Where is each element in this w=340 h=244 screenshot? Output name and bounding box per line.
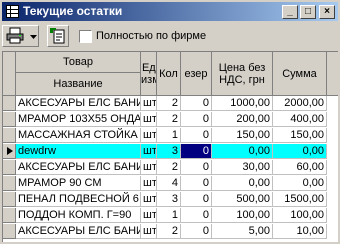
cell-unit[interactable]: шт: [141, 96, 157, 111]
cell-reserve[interactable]: 0: [181, 128, 212, 143]
table-row[interactable]: МРАМОР 103Х55 ОНДА шт 2 0 200,00 400,00: [3, 112, 338, 127]
cell-sum[interactable]: 60,00: [273, 160, 327, 175]
title-bar[interactable]: Текущие остатки _ □ ×: [2, 2, 338, 21]
cell-qty[interactable]: 4: [157, 176, 181, 191]
cell-sum[interactable]: 10,00: [273, 224, 327, 239]
table-row[interactable]: МРАМОР 90 СМ шт 4 0 0,00 0,00: [3, 176, 338, 191]
full-company-checkbox[interactable]: [79, 30, 92, 43]
row-indicator[interactable]: [3, 128, 16, 143]
column-header-unit[interactable]: Ед. изм: [141, 52, 157, 96]
cell-name[interactable]: ПОДДОН КОМП. Г=90: [16, 208, 141, 223]
cell-unit[interactable]: шт: [141, 192, 157, 207]
cell-reserve[interactable]: 0: [181, 192, 212, 207]
cell-sum[interactable]: 0,00: [273, 176, 327, 191]
column-header-name[interactable]: Название: [16, 73, 141, 96]
indicator-header: [3, 52, 16, 96]
cell-price[interactable]: 500,00: [212, 192, 273, 207]
cell-qty[interactable]: 2: [157, 160, 181, 175]
cell-name[interactable]: ПЕНАЛ ПОДВЕСНОЙ 6 Ш: [16, 192, 141, 207]
toolbar: Полностью по фирме: [0, 23, 340, 49]
row-indicator[interactable]: [3, 192, 16, 207]
cell-unit[interactable]: шт: [141, 112, 157, 127]
cell-name[interactable]: МРАМОР 90 СМ: [16, 176, 141, 191]
cell-sum[interactable]: 150,00: [273, 128, 327, 143]
row-indicator[interactable]: [3, 96, 16, 111]
cell-qty[interactable]: 1: [157, 208, 181, 223]
minimize-button[interactable]: _: [282, 5, 298, 19]
printer-icon: [6, 27, 24, 44]
cell-name[interactable]: dewdrw: [16, 144, 141, 159]
row-indicator[interactable]: [3, 112, 16, 127]
row-indicator[interactable]: [3, 208, 16, 223]
header-filler: [327, 52, 338, 96]
cell-price[interactable]: 200,00: [212, 112, 273, 127]
cell-name[interactable]: АКСЕСУАРЫ ЕЛС БАНИ: [16, 96, 141, 111]
cell-price[interactable]: 30,00: [212, 160, 273, 175]
cell-price[interactable]: 100,00: [212, 208, 273, 223]
cell-unit[interactable]: шт: [141, 208, 157, 223]
cell-price[interactable]: 0,00: [212, 176, 273, 191]
column-header-qty[interactable]: Кол: [157, 52, 181, 96]
cell-unit[interactable]: шт: [141, 176, 157, 191]
table-row[interactable]: dewdrw шт 3 0 0,00 0,00: [3, 144, 338, 159]
cell-reserve[interactable]: 0: [181, 208, 212, 223]
cell-unit[interactable]: шт: [141, 224, 157, 239]
cell-unit[interactable]: шт: [141, 144, 157, 159]
cell-reserve[interactable]: 0: [181, 112, 212, 127]
cell-name[interactable]: АКСЕСУАРЫ ЕЛС БАНИ: [16, 160, 141, 175]
cell-reserve[interactable]: 0: [181, 144, 212, 159]
table-row[interactable]: АКСЕСУАРЫ ЕЛС БАНИ шт 2 0 1000,00 2000,00: [3, 96, 338, 111]
cell-qty[interactable]: 2: [157, 224, 181, 239]
row-indicator[interactable]: [3, 144, 16, 159]
cell-price[interactable]: 1000,00: [212, 96, 273, 111]
maximize-button[interactable]: □: [300, 5, 316, 19]
cell-qty[interactable]: 2: [157, 112, 181, 127]
window-title: Текущие остатки: [23, 4, 123, 18]
cell-qty[interactable]: 2: [157, 96, 181, 111]
cell-qty[interactable]: 3: [157, 192, 181, 207]
cell-sum[interactable]: 0,00: [273, 144, 327, 159]
cell-name[interactable]: АКСЕСУАРЫ ЕЛС БАНИ: [16, 224, 141, 239]
row-indicator[interactable]: [3, 224, 16, 239]
cell-sum[interactable]: 400,00: [273, 112, 327, 127]
cell-price[interactable]: 5,00: [212, 224, 273, 239]
column-header-reserve[interactable]: езер: [181, 52, 212, 96]
table-row[interactable]: ПЕНАЛ ПОДВЕСНОЙ 6 Шшт 3 0 500,00 1500,00: [3, 192, 338, 207]
row-indicator[interactable]: [3, 176, 16, 191]
dropdown-arrow-icon: [30, 35, 37, 39]
table-row[interactable]: АКСЕСУАРЫ ЕЛС БАНИ шт 2 0 30,00 60,00: [3, 160, 338, 175]
full-company-label[interactable]: Полностью по фирме: [96, 30, 206, 42]
cell-reserve[interactable]: 0: [181, 160, 212, 175]
table-icon: [6, 5, 19, 18]
cell-reserve[interactable]: 0: [181, 96, 212, 111]
cell-qty[interactable]: 1: [157, 128, 181, 143]
product-group-header: Товар: [16, 52, 141, 73]
cell-sum[interactable]: 2000,00: [273, 96, 327, 111]
column-header-sum[interactable]: Сумма: [273, 52, 327, 96]
close-button[interactable]: ×: [319, 5, 335, 19]
cell-qty[interactable]: 3: [157, 144, 181, 159]
table-row[interactable]: МАССАЖНАЯ СТОЙКА шт 1 0 150,00 150,00: [3, 128, 338, 143]
cell-name[interactable]: МАССАЖНАЯ СТОЙКА: [16, 128, 141, 143]
cell-sum[interactable]: 1500,00: [273, 192, 327, 207]
document-arrow-icon: [50, 28, 65, 44]
cell-price[interactable]: 150,00: [212, 128, 273, 143]
cell-name[interactable]: МРАМОР 103Х55 ОНДА: [16, 112, 141, 127]
refresh-button[interactable]: [47, 25, 69, 47]
cell-unit[interactable]: шт: [141, 160, 157, 175]
print-button[interactable]: [2, 25, 39, 47]
row-indicator[interactable]: [3, 160, 16, 175]
cell-sum[interactable]: 100,00: [273, 208, 327, 223]
stock-window: Текущие остатки _ □ × Полностью по фирме…: [0, 0, 340, 244]
column-header-price[interactable]: Цена без НДС, грн: [212, 52, 273, 96]
cell-unit[interactable]: шт: [141, 128, 157, 143]
cell-reserve[interactable]: 0: [181, 176, 212, 191]
table-row[interactable]: АКСЕСУАРЫ ЕЛС БАНИ шт 2 0 5,00 10,00: [3, 224, 338, 239]
cell-price[interactable]: 0,00: [212, 144, 273, 159]
current-row-arrow-icon: [7, 147, 13, 155]
table-row[interactable]: ПОДДОН КОМП. Г=90 шт 1 0 100,00 100,00: [3, 208, 338, 223]
cell-reserve[interactable]: 0: [181, 224, 212, 239]
stock-table[interactable]: Товар Название Ед. изм Кол езер Цена без…: [2, 51, 338, 242]
